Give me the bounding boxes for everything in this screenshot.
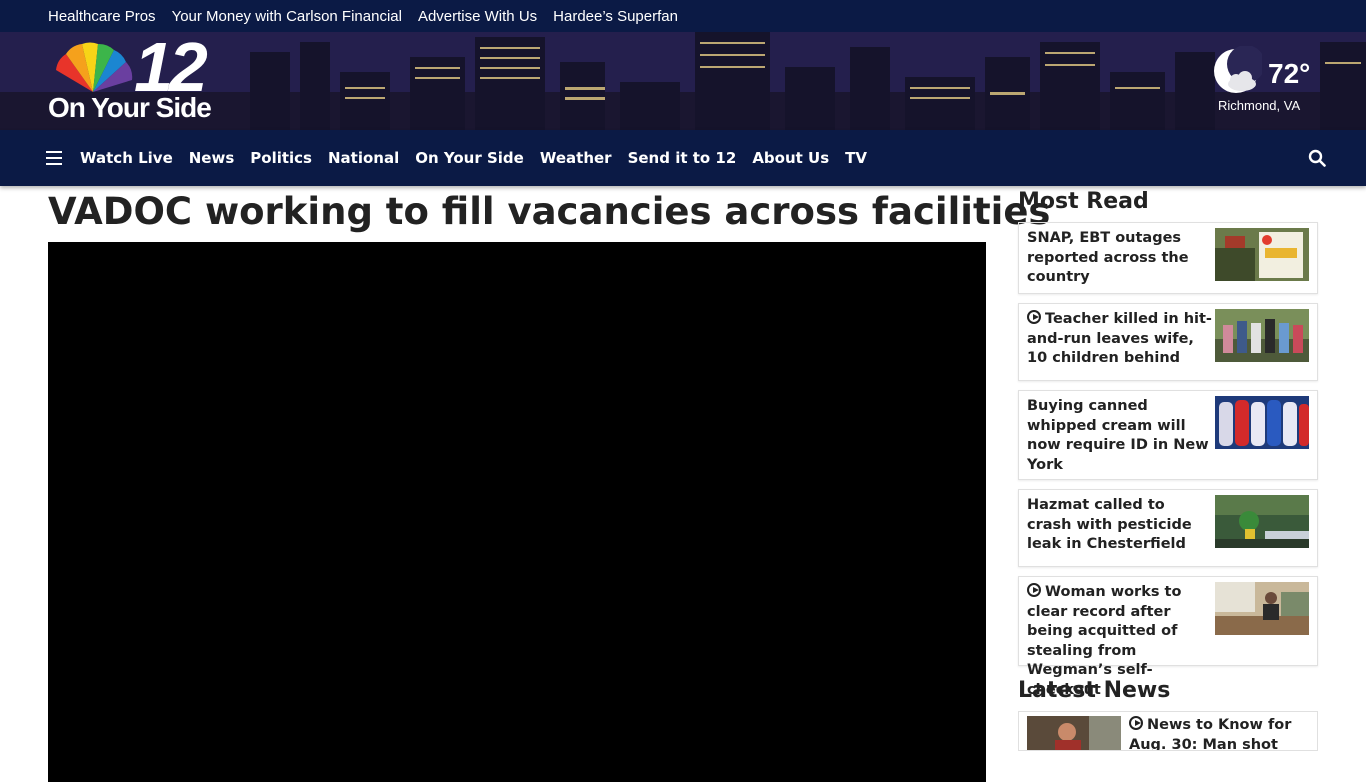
peacock-icon — [56, 42, 133, 92]
most-read-item[interactable]: Teacher killed in hit-and-run leaves wif… — [1018, 303, 1318, 381]
nav-about-us[interactable]: About Us — [752, 149, 829, 167]
nav-politics[interactable]: Politics — [250, 149, 312, 167]
main-navigation: Watch Live News Politics National On You… — [0, 130, 1366, 186]
nav-watch-live[interactable]: Watch Live — [80, 149, 173, 167]
nav-on-your-side[interactable]: On Your Side — [415, 149, 524, 167]
nav-send-it-to-12[interactable]: Send it to 12 — [628, 149, 737, 167]
hamburger-menu-icon[interactable] — [46, 151, 62, 165]
nav-news[interactable]: News — [189, 149, 235, 167]
utility-link-your-money[interactable]: Your Money with Carlson Financial — [172, 8, 402, 25]
utility-link-hardees-superfan[interactable]: Hardee’s Superfan — [553, 8, 678, 25]
weather-widget[interactable]: 72° Richmond, VA — [1210, 46, 1330, 116]
sidebar: Most Read SNAP, EBT outages reported acr… — [1018, 186, 1318, 751]
nav-weather[interactable]: Weather — [540, 149, 612, 167]
station-logo[interactable]: 12 On Your Side — [48, 32, 238, 124]
latest-news-item[interactable]: News to Know for Aug. 30: Man shot — [1018, 711, 1318, 751]
story-thumbnail — [1215, 309, 1309, 362]
moon-cloud-icon — [1214, 46, 1262, 93]
most-read-item-headline: Hazmat called to crash with pesticide le… — [1027, 497, 1192, 552]
nav-tv[interactable]: TV — [845, 149, 867, 167]
play-icon — [1027, 583, 1041, 597]
most-read-item-headline: Teacher killed in hit-and-run leaves wif… — [1027, 311, 1212, 366]
most-read-item[interactable]: Hazmat called to crash with pesticide le… — [1018, 489, 1318, 567]
most-read-item[interactable]: Woman works to clear record after being … — [1018, 576, 1318, 698]
story-thumbnail — [1215, 228, 1309, 281]
nav-national[interactable]: National — [328, 149, 399, 167]
utility-bar: Healthcare Pros Your Money with Carlson … — [0, 0, 1366, 32]
latest-news-item-headline: News to Know for Aug. 30: Man shot — [1129, 717, 1292, 751]
play-icon — [1129, 716, 1143, 730]
article-headline: VADOC working to fill vacancies across f… — [48, 190, 1051, 233]
most-read-item[interactable]: SNAP, EBT outages reported across the co… — [1018, 222, 1318, 294]
play-icon — [1027, 310, 1041, 324]
utility-link-healthcare-pros[interactable]: Healthcare Pros — [48, 8, 156, 25]
story-thumbnail — [1215, 396, 1309, 449]
search-icon[interactable] — [1308, 149, 1326, 167]
most-read-item[interactable]: Buying canned whipped cream will now req… — [1018, 390, 1318, 480]
most-read-item-headline: SNAP, EBT outages reported across the co… — [1027, 230, 1189, 285]
story-thumbnail — [1215, 582, 1309, 635]
story-thumbnail — [1027, 716, 1121, 750]
most-read-title: Most Read — [1018, 189, 1149, 214]
latest-news-title: Latest News — [1018, 678, 1171, 703]
weather-location: Richmond, VA — [1218, 98, 1301, 113]
video-player[interactable] — [48, 242, 986, 782]
weather-temperature: 72° — [1268, 58, 1311, 89]
most-read-item-headline: Buying canned whipped cream will now req… — [1027, 398, 1209, 473]
logo-tagline: On Your Side — [48, 92, 212, 123]
utility-link-advertise[interactable]: Advertise With Us — [418, 8, 537, 25]
story-thumbnail — [1215, 495, 1309, 548]
